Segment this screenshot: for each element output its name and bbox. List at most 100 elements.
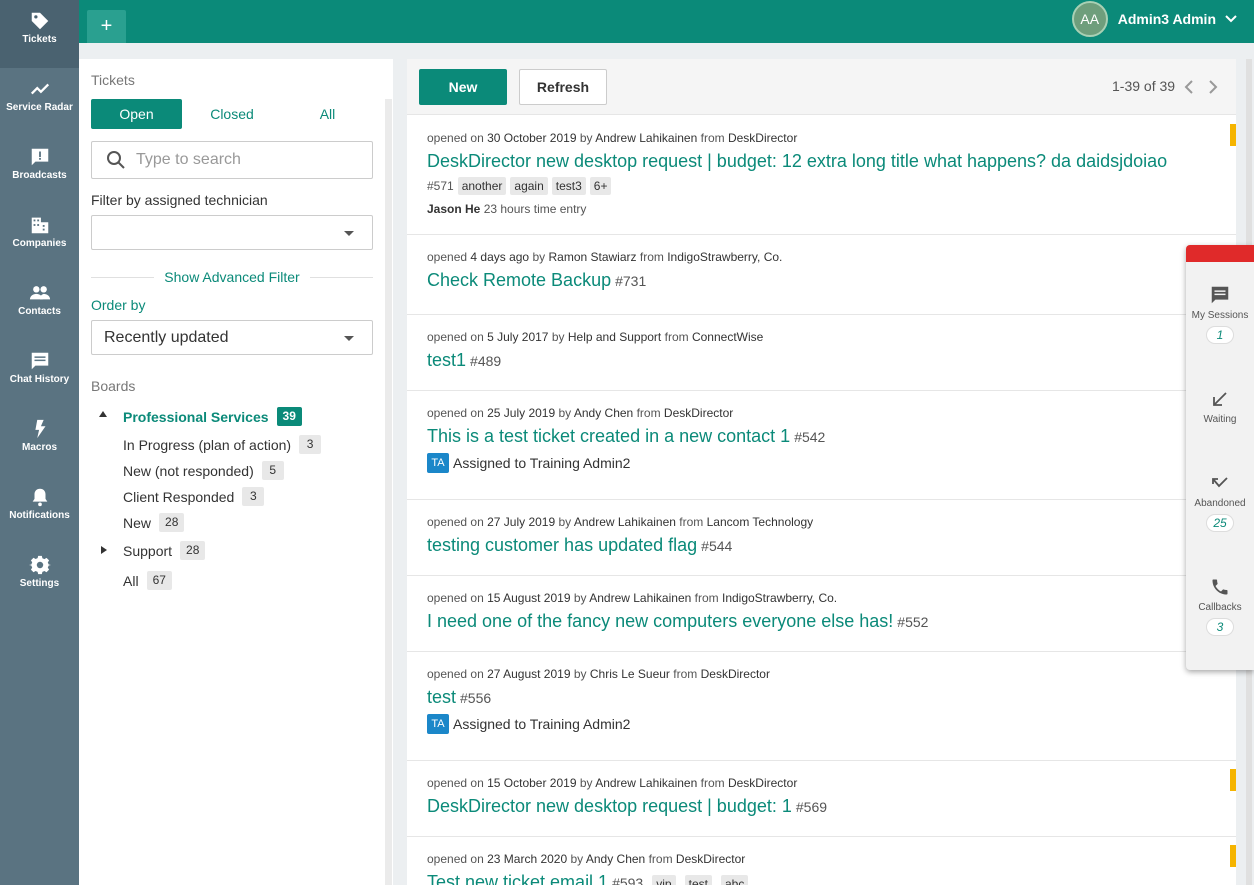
tag: another: [457, 177, 507, 195]
tab-closed[interactable]: Closed: [185, 99, 279, 129]
missed-call-icon: [1212, 477, 1228, 488]
people-icon: [29, 286, 50, 300]
nav-item-broadcasts[interactable]: Broadcasts: [0, 136, 79, 204]
ticket-title[interactable]: DeskDirector new desktop request | budge…: [427, 796, 827, 817]
tab-open[interactable]: Open: [91, 99, 182, 129]
ticket-number: #571: [427, 179, 454, 193]
board-label: New (not responded): [123, 462, 254, 479]
ticket-list-panel: New Refresh 1-39 of 39 opened on 30 Octo…: [407, 59, 1236, 885]
ticket-title[interactable]: This is a test ticket created in a new c…: [427, 426, 825, 447]
ticket-row[interactable]: opened 4 days ago by Ramon Stawiarz from…: [407, 235, 1236, 315]
ticket-number: #569: [795, 799, 828, 815]
nav-label: Chat History: [9, 374, 70, 385]
ticket-meta: opened on 27 August 2019 by Chris Le Sue…: [427, 667, 770, 681]
filter-scrollbar[interactable]: [385, 99, 392, 885]
ticket-row[interactable]: opened on 15 October 2019 by Andrew Lahi…: [407, 761, 1236, 837]
tab-all[interactable]: All: [282, 99, 373, 129]
ticket-title[interactable]: test #556: [427, 687, 491, 708]
count-badge: 67: [146, 571, 172, 590]
ticket-title[interactable]: DeskDirector new desktop request | budge…: [427, 151, 1167, 172]
search-input[interactable]: [136, 151, 366, 169]
nav-item-settings[interactable]: Settings: [0, 544, 79, 612]
nav-item-companies[interactable]: Companies: [0, 204, 79, 272]
ticket-number: #731: [615, 273, 647, 289]
nav-item-chat-history[interactable]: Chat History: [0, 340, 79, 408]
avatar: AA: [1071, 1, 1108, 37]
waiting-button[interactable]: Waiting: [1186, 387, 1254, 425]
board-status-in-progress[interactable]: In Progress (plan of action) 3: [123, 435, 322, 454]
ticket-tags: #571 another again test3 6+: [427, 177, 612, 195]
ticket-row[interactable]: opened on 23 March 2020 by Andy Chen fro…: [407, 837, 1236, 885]
technician-label: Filter by assigned technician: [91, 192, 268, 208]
nav-label: Broadcasts: [12, 170, 67, 181]
order-select[interactable]: Recently updated: [91, 320, 373, 355]
phone-icon: [1212, 579, 1228, 595]
nav-item-tickets[interactable]: Tickets: [0, 0, 79, 68]
collapse-triangle-icon[interactable]: [99, 411, 107, 417]
building-icon: [31, 217, 48, 234]
search-box: [91, 141, 373, 179]
board-label: Client Responded: [123, 488, 235, 505]
alert-message-icon: [31, 148, 48, 166]
ticket-number: #556: [460, 690, 492, 706]
nav-item-service-radar[interactable]: Service Radar: [0, 68, 79, 136]
tag-overflow[interactable]: 6+: [589, 177, 612, 195]
search-icon: [107, 151, 125, 169]
chat-icon: [31, 352, 48, 370]
ticket-row[interactable]: opened on 27 July 2019 by Andrew Lahikai…: [407, 500, 1236, 576]
user-menu[interactable]: AA Admin3 Admin: [1071, 0, 1238, 38]
ticket-title[interactable]: test1 #489: [427, 350, 501, 371]
nav-item-notifications[interactable]: Notifications: [0, 476, 79, 544]
board-status-new[interactable]: New 28: [123, 513, 185, 532]
order-value: Recently updated: [104, 329, 229, 346]
board-support[interactable]: Support 28: [123, 541, 206, 560]
ticket-title[interactable]: Check Remote Backup #731: [427, 270, 646, 291]
ticket-title[interactable]: Test new ticket email 1 #593 vip test abc: [427, 872, 749, 885]
top-bar: + AA Admin3 Admin: [79, 0, 1254, 43]
board-label: Support: [123, 542, 173, 559]
widget-label: Waiting: [1203, 414, 1237, 425]
board-label: All: [123, 572, 139, 589]
ticket-row[interactable]: opened on 27 August 2019 by Chris Le Sue…: [407, 652, 1236, 761]
ticket-title[interactable]: testing customer has updated flag #544: [427, 535, 732, 556]
user-name: Admin3 Admin: [1117, 11, 1216, 27]
board-label: New: [123, 514, 152, 531]
refresh-button[interactable]: Refresh: [519, 69, 607, 105]
board-all[interactable]: All 67: [123, 571, 172, 590]
ticket-row[interactable]: opened on 30 October 2019 by Andrew Lahi…: [407, 116, 1236, 235]
abandoned-button[interactable]: Abandoned 25: [1186, 471, 1254, 532]
board-label: Professional Services: [123, 408, 269, 425]
priority-flag: [1230, 124, 1236, 146]
new-ticket-button[interactable]: New: [419, 69, 507, 105]
tag: test3: [551, 177, 586, 195]
ticket-title[interactable]: I need one of the fancy new computers ev…: [427, 611, 928, 632]
ticket-number: #544: [701, 538, 733, 554]
chevron-left-icon[interactable]: [1183, 79, 1195, 95]
chevron-right-icon[interactable]: [1207, 79, 1219, 95]
tag-icon: [31, 12, 48, 30]
nav-item-contacts[interactable]: Contacts: [0, 272, 79, 340]
ticket-row[interactable]: opened on 25 July 2019 by Andy Chen from…: [407, 391, 1236, 500]
arrow-down-left-icon: [1213, 392, 1227, 406]
filter-title: Tickets: [91, 72, 135, 88]
new-tab-button[interactable]: +: [87, 10, 126, 43]
tag: vip: [652, 875, 676, 885]
ticket-meta: opened on 30 October 2019 by Andrew Lahi…: [427, 131, 798, 145]
board-status-new-not-responded[interactable]: New (not responded) 5: [123, 461, 284, 480]
board-professional-services[interactable]: Professional Services 39: [123, 407, 302, 426]
widget-label: My Sessions: [1191, 310, 1249, 321]
nav-item-macros[interactable]: Macros: [0, 408, 79, 476]
board-status-client-responded[interactable]: Client Responded 3: [123, 487, 265, 506]
ticket-number: #542: [794, 429, 826, 445]
tag: abc: [720, 875, 749, 885]
callbacks-button[interactable]: Callbacks 3: [1186, 575, 1254, 636]
technician-select[interactable]: [91, 215, 373, 250]
count-badge: 3: [299, 435, 322, 454]
expand-triangle-icon[interactable]: [101, 546, 107, 554]
ticket-row[interactable]: opened on 5 July 2017 by Help and Suppor…: [407, 315, 1236, 391]
show-advanced-filter-link[interactable]: Show Advanced Filter: [154, 269, 310, 285]
my-sessions-button[interactable]: My Sessions 1: [1186, 283, 1254, 344]
ticket-row[interactable]: opened on 15 August 2019 by Andrew Lahik…: [407, 576, 1236, 652]
widget-label: Abandoned: [1194, 498, 1246, 509]
list-toolbar: New Refresh 1-39 of 39: [407, 59, 1236, 115]
